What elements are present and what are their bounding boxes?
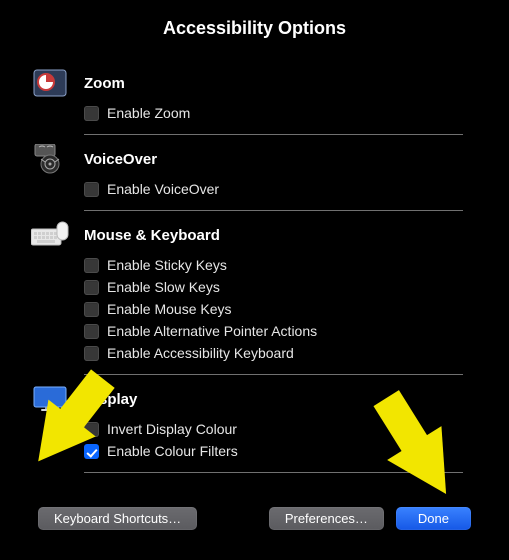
- display-icon: [30, 383, 70, 415]
- checkbox-slow-keys[interactable]: [84, 280, 99, 295]
- checkbox-invert-colour[interactable]: [84, 422, 99, 437]
- checkbox-sticky-keys[interactable]: [84, 258, 99, 273]
- checkbox-mouse-keys[interactable]: [84, 302, 99, 317]
- option-accessibility-keyboard: Enable Accessibility Keyboard: [84, 342, 463, 364]
- option-invert-colour: Invert Display Colour: [84, 418, 463, 440]
- label-enable-voiceover: Enable VoiceOver: [107, 181, 219, 197]
- checkbox-enable-zoom[interactable]: [84, 106, 99, 121]
- keyboard-shortcuts-button[interactable]: Keyboard Shortcuts…: [38, 507, 197, 530]
- section-voiceover-title: VoiceOver: [84, 151, 157, 168]
- option-sticky-keys: Enable Sticky Keys: [84, 254, 463, 276]
- label-slow-keys: Enable Slow Keys: [107, 279, 220, 295]
- page-title: Accessibility Options: [16, 8, 493, 59]
- section-zoom: Zoom Enable Zoom: [16, 67, 493, 135]
- label-accessibility-keyboard: Enable Accessibility Keyboard: [107, 345, 294, 361]
- label-alt-pointer: Enable Alternative Pointer Actions: [107, 323, 317, 339]
- section-display-title: Display: [84, 391, 137, 408]
- accessibility-options-panel: Accessibility Options Zoom Enable Zoom: [16, 8, 493, 544]
- preferences-button[interactable]: Preferences…: [269, 507, 384, 530]
- label-enable-zoom: Enable Zoom: [107, 105, 190, 121]
- option-enable-zoom: Enable Zoom: [84, 102, 463, 124]
- section-display: Display Invert Display Colour Enable Col…: [16, 383, 493, 473]
- section-mouse-keyboard-title: Mouse & Keyboard: [84, 227, 220, 244]
- checkbox-colour-filters[interactable]: [84, 444, 99, 459]
- label-sticky-keys: Enable Sticky Keys: [107, 257, 227, 273]
- zoom-icon: [30, 67, 70, 99]
- checkbox-enable-voiceover[interactable]: [84, 182, 99, 197]
- checkbox-accessibility-keyboard[interactable]: [84, 346, 99, 361]
- section-mouse-keyboard: Mouse & Keyboard Enable Sticky Keys Enab…: [16, 219, 493, 375]
- option-colour-filters: Enable Colour Filters: [84, 440, 463, 462]
- section-zoom-title: Zoom: [84, 75, 125, 92]
- option-mouse-keys: Enable Mouse Keys: [84, 298, 463, 320]
- done-button[interactable]: Done: [396, 507, 471, 530]
- option-enable-voiceover: Enable VoiceOver: [84, 178, 463, 200]
- section-voiceover: VoiceOver Enable VoiceOver: [16, 143, 493, 211]
- mouse-keyboard-icon: [30, 219, 70, 251]
- voiceover-icon: [30, 143, 70, 175]
- checkbox-alt-pointer[interactable]: [84, 324, 99, 339]
- label-mouse-keys: Enable Mouse Keys: [107, 301, 232, 317]
- option-alt-pointer: Enable Alternative Pointer Actions: [84, 320, 463, 342]
- label-invert-colour: Invert Display Colour: [107, 421, 237, 437]
- option-slow-keys: Enable Slow Keys: [84, 276, 463, 298]
- button-row: Keyboard Shortcuts… Preferences… Done: [38, 507, 471, 530]
- label-colour-filters: Enable Colour Filters: [107, 443, 238, 459]
